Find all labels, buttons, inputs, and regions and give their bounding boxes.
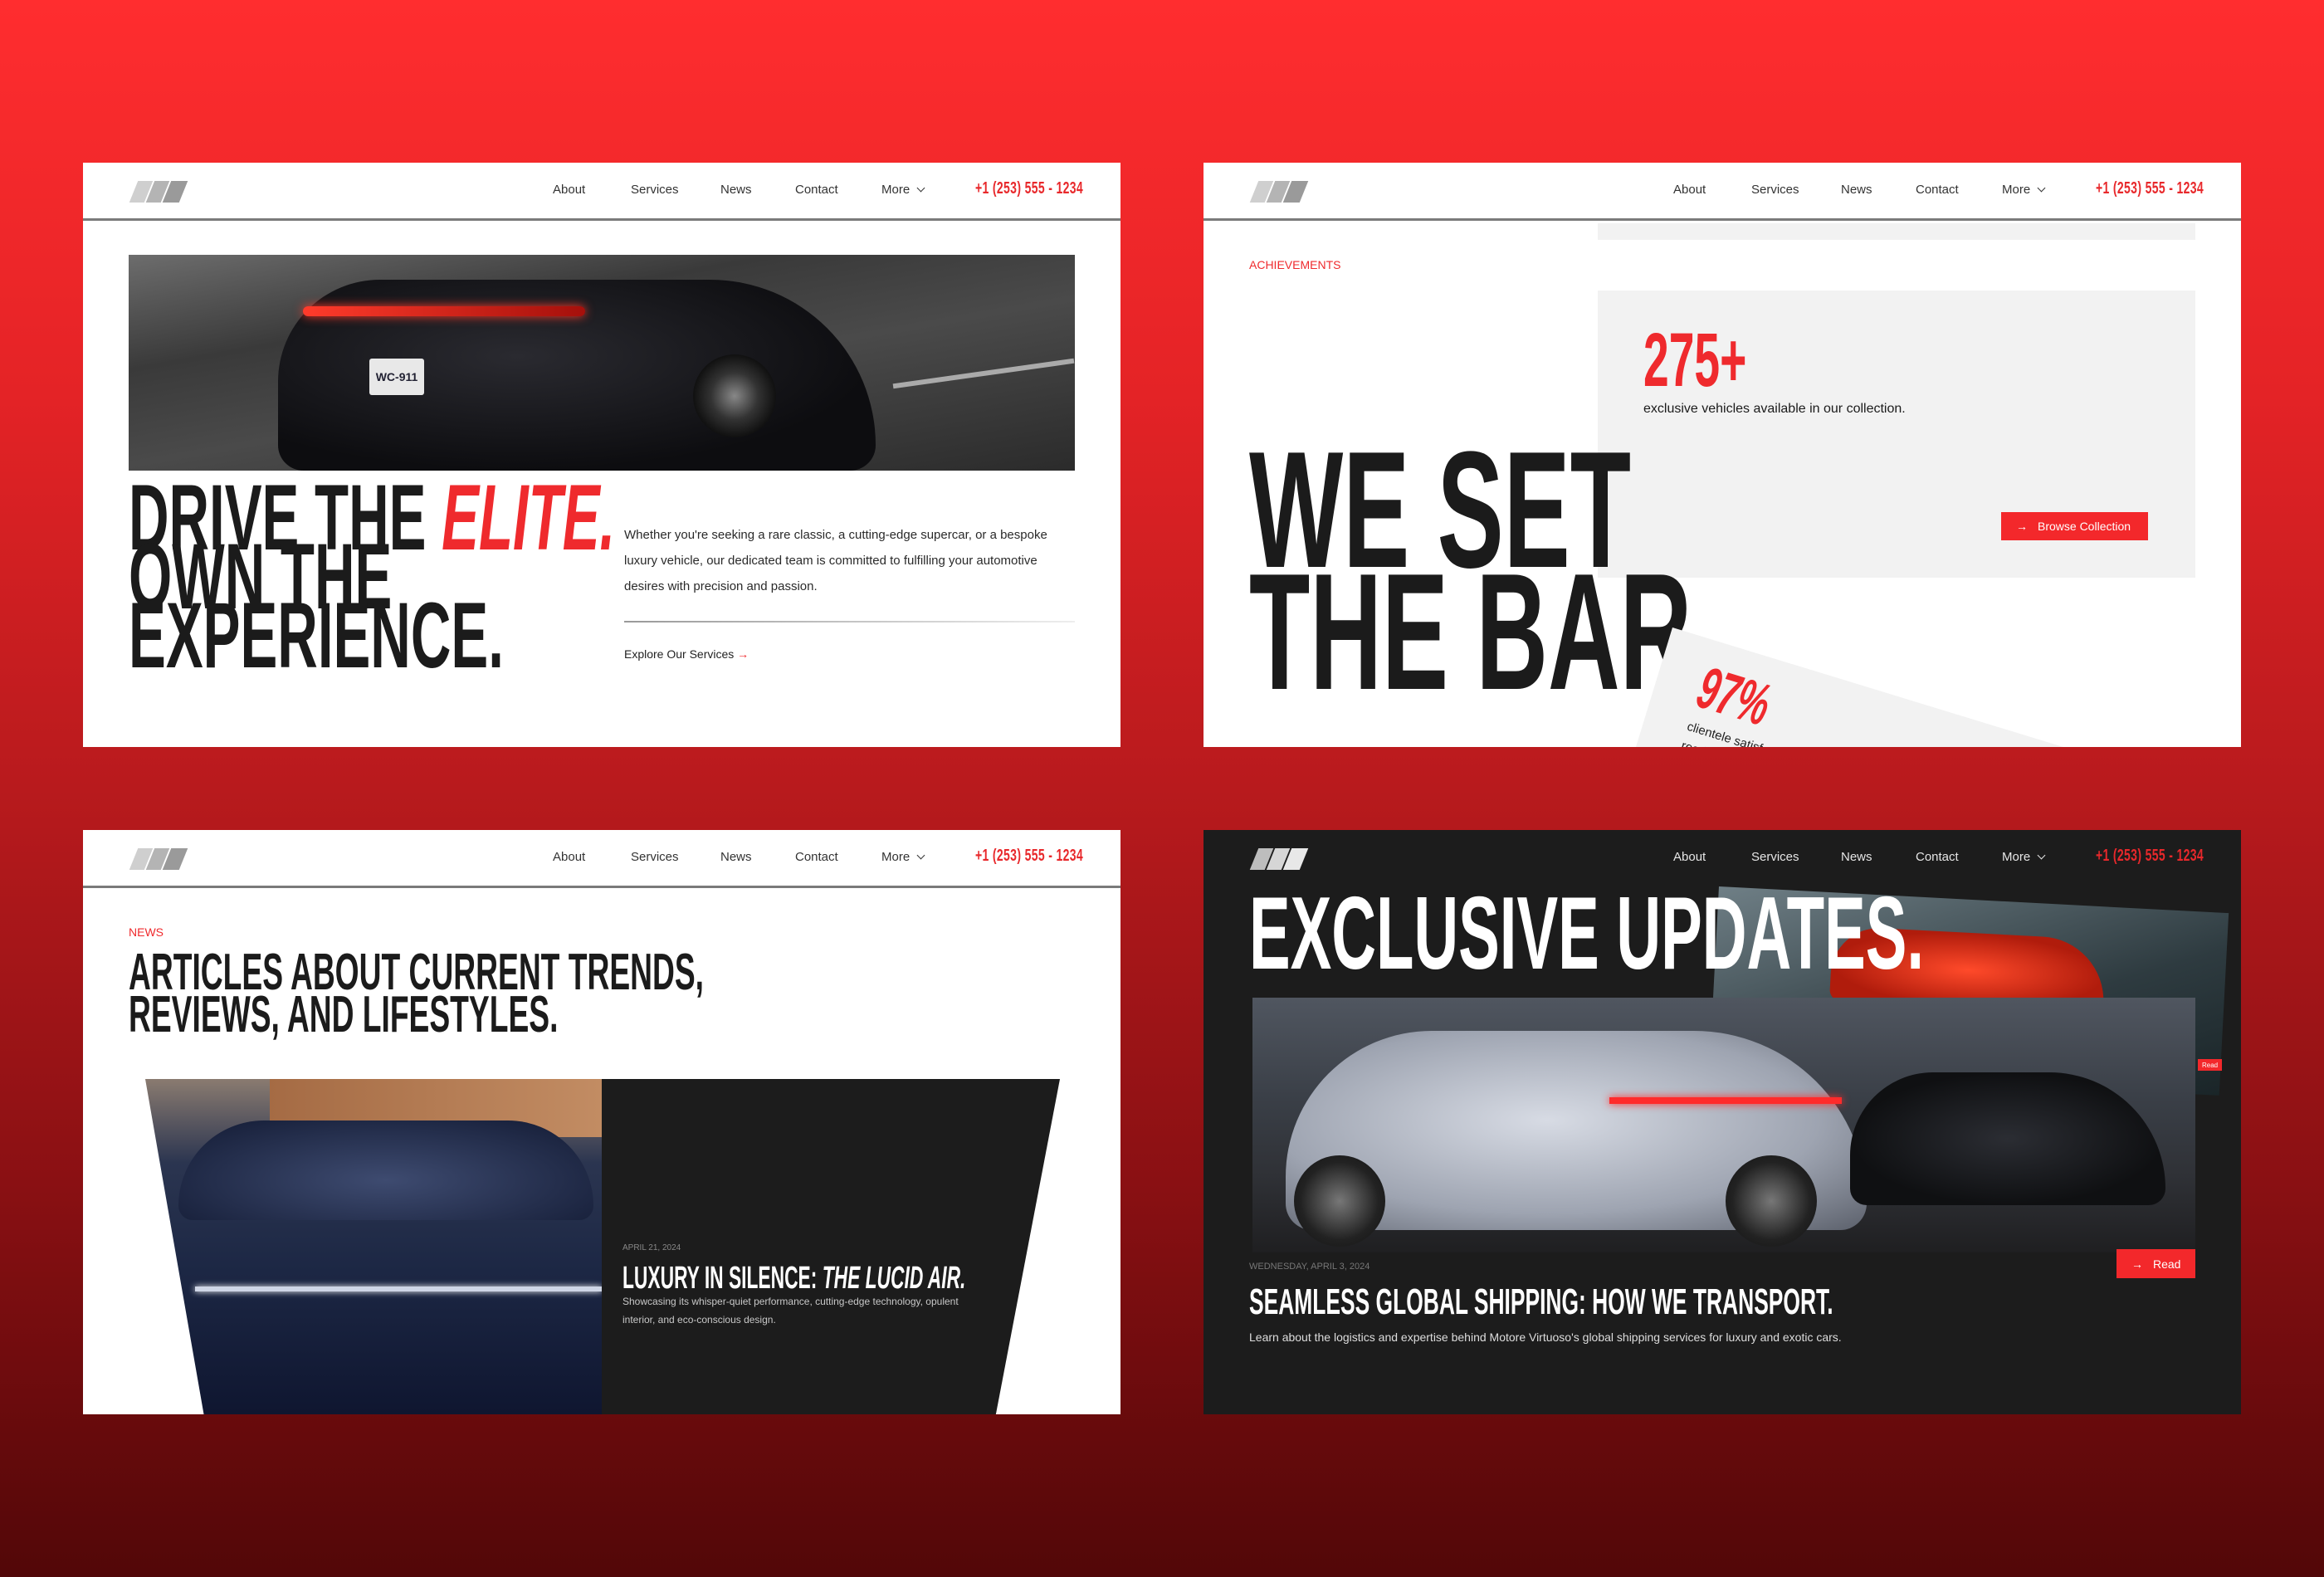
nav-services[interactable]: Services [631, 183, 679, 197]
nav-about[interactable]: About [553, 850, 585, 864]
navbar: About Services News Contact More +1 (253… [83, 830, 1120, 888]
nav-services[interactable]: Services [1751, 850, 1799, 864]
section-eyebrow: NEWS [129, 925, 164, 939]
phone-number[interactable]: +1 (253) 555 - 1234 [2096, 847, 2204, 866]
arrow-right-icon: → [2131, 1257, 2143, 1271]
logo[interactable] [1249, 181, 1309, 203]
section-heading: ARTICLES ABOUT CURRENT TRENDS, REVIEWS, … [129, 947, 1087, 1043]
phone-number[interactable]: +1 (253) 555 - 1234 [975, 179, 1083, 198]
section-heading: EXCLUSIVE UPDATES. [1249, 876, 1925, 991]
nav-news[interactable]: News [720, 850, 752, 864]
chevron-down-icon [2037, 183, 2046, 193]
nav-services[interactable]: Services [631, 850, 679, 864]
read-label: Read [2153, 1257, 2181, 1271]
chevron-down-icon [916, 183, 925, 193]
nav-news[interactable]: News [1841, 183, 1872, 197]
headline-line-3: EXPERIENCE. [129, 583, 504, 687]
license-plate: WC-911 [369, 359, 424, 395]
logo[interactable] [129, 848, 188, 870]
section-eyebrow: ACHIEVEMENTS [1249, 258, 1341, 271]
heading-line-2: REVIEWS, AND LIFESTYLES. [129, 986, 559, 1043]
stat-description: exclusive vehicles available in our coll… [1643, 402, 1906, 416]
achievements-panel: About Services News Contact More +1 (253… [1204, 163, 2241, 747]
nav-contact[interactable]: Contact [795, 183, 838, 197]
updates-panel: About Services News Contact More +1 (253… [1204, 830, 2241, 1414]
nav-contact[interactable]: Contact [1916, 850, 1959, 864]
explore-services-label: Explore Our Services [624, 647, 735, 661]
nav-more-label: More [2002, 850, 2031, 864]
article-title[interactable]: SEAMLESS GLOBAL SHIPPING: HOW WE TRANSPO… [1249, 1284, 1833, 1321]
article-date: APRIL 21, 2024 [622, 1243, 681, 1252]
nav-more[interactable]: More [881, 850, 925, 864]
phone-number[interactable]: +1 (253) 555 - 1234 [975, 847, 1083, 866]
nav-services[interactable]: Services [1751, 183, 1799, 197]
button-label: Browse Collection [2038, 520, 2131, 533]
nav-about[interactable]: About [1673, 850, 1706, 864]
card-strip [1598, 223, 2195, 240]
nav-more-label: More [881, 850, 911, 864]
hero-paragraph: Whether you're seeking a rare classic, a… [624, 528, 1047, 593]
headline-accent: ELITE. [442, 466, 616, 569]
logo[interactable] [1249, 848, 1309, 870]
chevron-down-icon [2037, 851, 2046, 860]
nav-more-label: More [2002, 183, 2031, 197]
navbar: About Services News Contact More +1 (253… [1204, 163, 2241, 221]
article-title: LUXURY IN SILENCE: [622, 1261, 823, 1296]
chevron-down-icon [916, 851, 925, 860]
nav-more-label: More [881, 183, 911, 197]
nav-news[interactable]: News [720, 183, 752, 197]
article-description: Learn about the logistics and expertise … [1249, 1330, 1842, 1344]
stat-value: 275+ [1643, 318, 1747, 403]
section-headline: WE SET THE BAR. [1249, 427, 2033, 725]
article-description: Showcasing its whisper-quiet performance… [622, 1296, 959, 1326]
article-title-italic: THE LUCID AIR. [822, 1261, 966, 1296]
read-button[interactable]: → Read [2116, 1249, 2195, 1278]
nav-about[interactable]: About [1673, 183, 1706, 197]
arrow-right-icon: → [737, 647, 749, 661]
divider [624, 621, 1075, 622]
headline-line-2: THE BAR. [1249, 540, 1720, 725]
nav-contact[interactable]: Contact [795, 850, 838, 864]
logo[interactable] [129, 181, 188, 203]
phone-number[interactable]: +1 (253) 555 - 1234 [2096, 179, 2204, 198]
read-small-button[interactable]: Read [2198, 1059, 2223, 1071]
nav-news[interactable]: News [1841, 850, 1872, 864]
article-image[interactable] [1252, 998, 2195, 1252]
explore-services-link[interactable]: Explore Our Services → [624, 647, 749, 661]
nav-contact[interactable]: Contact [1916, 183, 1959, 197]
nav-more[interactable]: More [2002, 850, 2046, 864]
nav-more[interactable]: More [2002, 183, 2046, 197]
hero-image: WC-911 [129, 255, 1075, 471]
article-image [145, 1079, 602, 1414]
nav-more[interactable]: More [881, 183, 925, 197]
navbar: About Services News Contact More +1 (253… [83, 163, 1120, 221]
news-panel: About Services News Contact More +1 (253… [83, 830, 1120, 1414]
featured-article[interactable]: APRIL 21, 2024 LUXURY IN SILENCE: THE LU… [145, 1079, 1060, 1414]
hero-panel: About Services News Contact More +1 (253… [83, 163, 1120, 747]
article-date: WEDNESDAY, APRIL 3, 2024 [1249, 1262, 1370, 1272]
nav-about[interactable]: About [553, 183, 585, 197]
